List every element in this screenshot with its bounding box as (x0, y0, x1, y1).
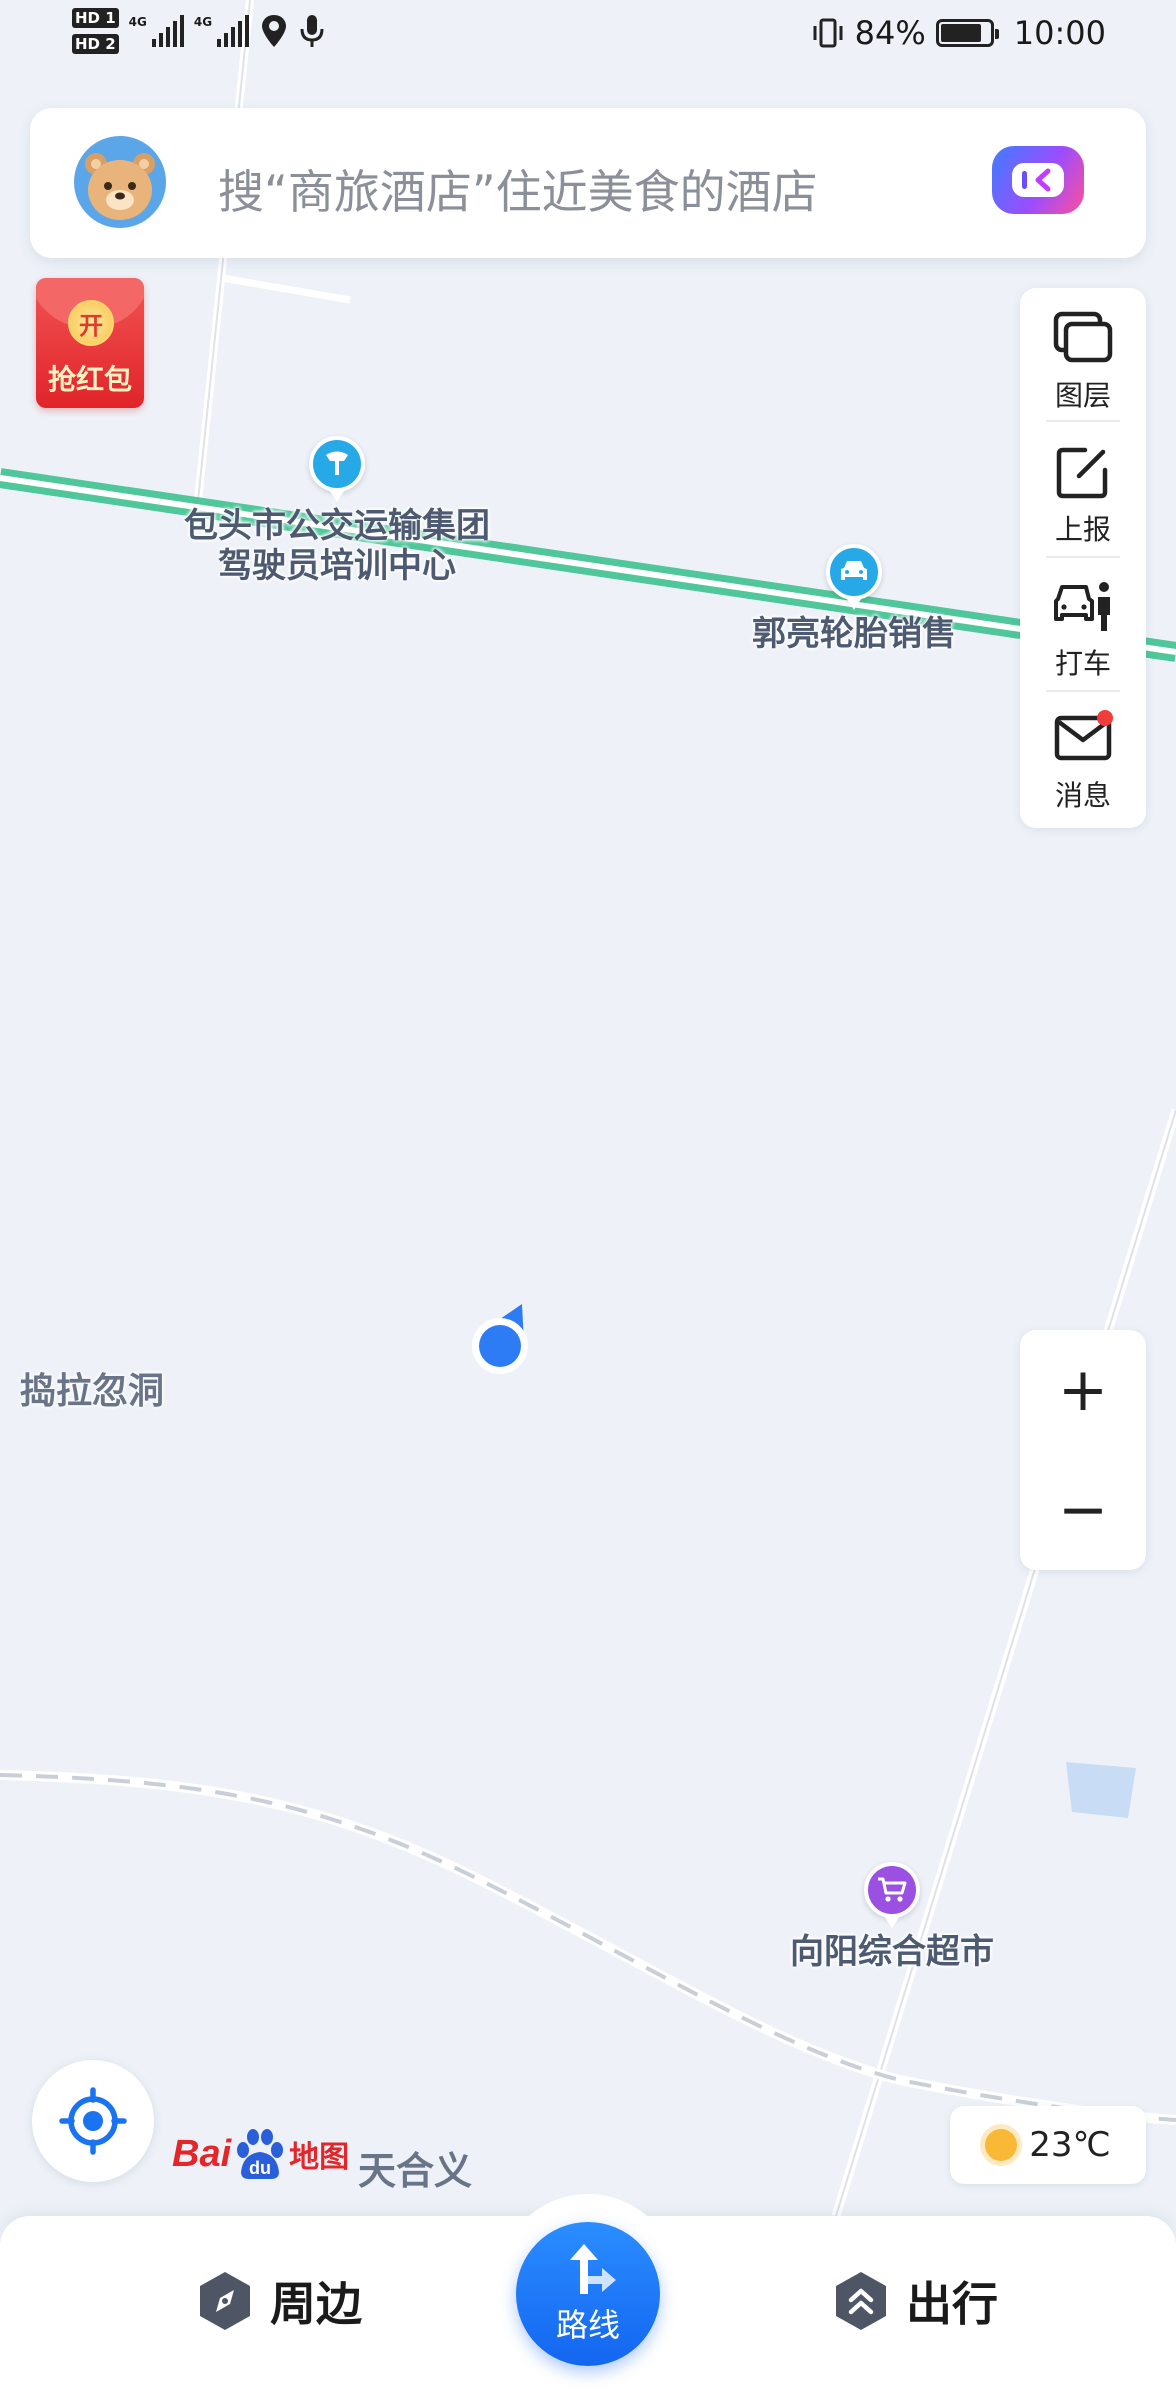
signal-icon: 4G (193, 15, 250, 47)
place-label: 捣拉忽洞 (20, 1371, 165, 1412)
current-location-marker (472, 1304, 528, 1374)
poi-training-center[interactable]: 包头市公交运输集团 驾驶员培训中心 (184, 436, 490, 586)
search-input[interactable]: 搜“商旅酒店”住近美食的酒店 (218, 156, 818, 222)
temperature: 23℃ (1029, 2125, 1111, 2165)
travel-icon (832, 2270, 890, 2332)
tool-label: 消息 (1054, 779, 1111, 812)
taxi-icon (1051, 576, 1115, 636)
shopping-cart-icon (864, 1862, 920, 1928)
location-icon (262, 15, 287, 47)
route-arrow-icon (570, 2244, 616, 2294)
zoom-in-button[interactable]: + (1020, 1330, 1146, 1450)
network-type: 4G (128, 15, 147, 29)
poi-label-line1: 包头市公交运输集团 (184, 506, 490, 546)
nav-label: 出行 (906, 2277, 998, 2331)
ai-assistant-icon[interactable] (992, 146, 1084, 214)
battery-icon (935, 19, 999, 47)
crosshair-icon (59, 2087, 127, 2155)
weather-widget[interactable]: 23℃ (950, 2106, 1146, 2184)
zoom-control: + − (1020, 1330, 1146, 1570)
search-bar[interactable]: 搜“商旅酒店”住近美食的酒店 (30, 108, 1146, 258)
report-edit-icon (1051, 442, 1115, 502)
poi-supermarket[interactable]: 向阳综合超市 (790, 1862, 994, 1972)
nav-travel[interactable]: 出行 (832, 2268, 998, 2334)
nav-nearby[interactable]: 周边 (196, 2268, 362, 2334)
battery-percent: 84% (854, 14, 926, 52)
sun-icon (985, 2129, 1018, 2161)
map-canvas[interactable]: 包头市公交运输集团 驾驶员培训中心 郭亮轮胎销售 向阳综合超市 捣拉忽洞 (0, 0, 1176, 2400)
route-button[interactable]: 路线 (516, 2222, 660, 2366)
tool-label: 图层 (1054, 379, 1111, 412)
poi-label: 向阳综合超市 (790, 1932, 994, 1972)
car-icon (826, 544, 882, 610)
layers-icon (1051, 308, 1115, 368)
tool-label: 上报 (1054, 513, 1111, 546)
red-packet-label: 抢红包 (47, 363, 132, 396)
hd2-badge: HD 2 (72, 34, 119, 54)
locate-me-button[interactable] (32, 2060, 154, 2182)
nav-label: 周边 (270, 2277, 362, 2331)
poi-label-line2: 驾驶员培训中心 (218, 546, 456, 586)
logo-bai: Bai (172, 2132, 232, 2175)
red-packet-button[interactable]: 开 抢红包 (36, 278, 144, 408)
zoom-out-button[interactable]: − (1020, 1450, 1146, 1570)
tool-label: 打车 (1054, 647, 1111, 680)
messages-button[interactable]: 消息 (1020, 688, 1146, 820)
logo-ditu: 地图 (289, 2140, 350, 2175)
poi-label: 郭亮轮胎销售 (752, 614, 956, 654)
unread-badge (1097, 710, 1113, 726)
taxi-button[interactable]: 打车 (1020, 556, 1146, 688)
route-label: 路线 (555, 2306, 620, 2344)
poi-tire-shop[interactable]: 郭亮轮胎销售 (752, 544, 956, 654)
signal-icon: 4G (129, 15, 184, 47)
bear-avatar-icon[interactable] (74, 136, 166, 228)
microphone-icon (300, 15, 324, 47)
clock: 10:00 (1013, 14, 1106, 52)
current-location-name: 天合义 (358, 2149, 473, 2193)
hd1-badge: HD 1 (72, 8, 119, 28)
compass-icon (196, 2270, 254, 2332)
message-icon (1051, 708, 1115, 768)
map-tools-panel: 图层 上报 打车 消息 (1020, 288, 1146, 828)
red-packet-coin: 开 (68, 300, 114, 346)
baidu-map-logo: Bai du 地图 (172, 2128, 349, 2180)
vibrate-icon (813, 18, 843, 48)
status-bar: HD 1 HD 2 4G 4G 84% 10:00 (0, 0, 1176, 74)
network-type: 4G (193, 15, 213, 29)
paw-icon: du (233, 2128, 287, 2180)
report-button[interactable]: 上报 (1020, 422, 1146, 554)
svg-text:du: du (249, 2158, 271, 2178)
map-roads (0, 0, 1176, 2218)
training-icon (309, 436, 365, 502)
layers-button[interactable]: 图层 (1020, 288, 1146, 420)
